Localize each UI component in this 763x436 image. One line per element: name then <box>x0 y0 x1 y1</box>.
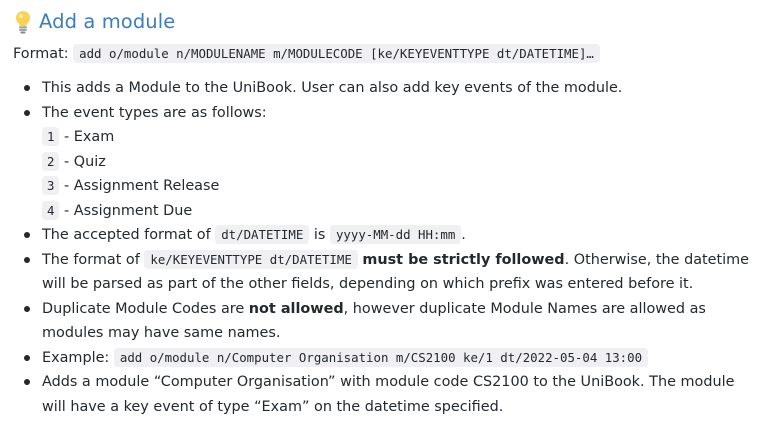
event-type-label: - Assignment Release <box>59 178 220 195</box>
event-type-code: 2 <box>42 151 60 171</box>
event-type-label: - Assignment Due <box>59 202 193 219</box>
list-item: This adds a Module to the UniBook. User … <box>13 76 758 101</box>
page-title: Add a module <box>39 9 176 33</box>
list-item: Example: add o/module n/Computer Organis… <box>13 346 758 371</box>
format-line: Format: add o/module n/MODULENAME m/MODU… <box>13 42 758 66</box>
event-type-item: 1 - Exam <box>42 125 758 150</box>
event-type-item: 2 - Quiz <box>42 150 758 175</box>
list-item: The accepted format of dt/DATETIME is yy… <box>13 223 758 248</box>
event-type-label: - Exam <box>59 129 115 145</box>
bullet-text: . <box>461 227 466 244</box>
format-label: Format: <box>13 46 69 62</box>
details-list: This adds a Module to the UniBook. User … <box>13 76 758 419</box>
list-item: The event types are as follows: 1 - Exam… <box>13 101 758 224</box>
bullet-text: Adds a module “Computer Organisation” wi… <box>42 374 735 415</box>
bullet-text: The format of <box>42 251 145 268</box>
list-item: The format of ke/KEYEVENTTYPE dt/DATETIM… <box>13 248 758 297</box>
event-type-item: 4 - Assignment Due <box>42 199 758 224</box>
list-item: Duplicate Module Codes are not allowed, … <box>13 297 758 346</box>
bullet-text: The accepted format of <box>42 227 216 244</box>
bullet-text: This adds a Module to the UniBook. User … <box>42 80 623 96</box>
bullet-text: Duplicate Module Codes are <box>42 300 249 317</box>
datetime-prefix-code: dt/DATETIME <box>215 225 310 245</box>
event-type-label: - Quiz <box>59 153 106 170</box>
event-type-code: 1 <box>42 127 60 146</box>
key-event-format-code: ke/KEYEVENTTYPE dt/DATETIME <box>144 249 358 269</box>
emphasis-text: not allowed <box>248 300 344 317</box>
bullet-text: Example: <box>42 349 114 366</box>
example-code: add o/module n/Computer Organisation m/C… <box>113 347 649 367</box>
event-type-code: 3 <box>42 176 60 196</box>
datetime-format-code: yyyy-MM-dd HH:mm <box>329 225 462 245</box>
section-heading: Add a module <box>13 6 758 36</box>
emphasis-text: must be strictly followed <box>362 251 565 268</box>
document: Add a module Format: add o/module n/MODU… <box>13 6 758 419</box>
bullet-text: The event types are as follows: <box>42 104 267 121</box>
bullet-text: is <box>309 227 330 244</box>
format-code: add o/module n/MODULENAME m/MODULECODE [… <box>73 44 600 63</box>
lightbulb-icon <box>13 9 33 35</box>
list-item: Adds a module “Computer Organisation” wi… <box>13 370 758 419</box>
event-type-item: 3 - Assignment Release <box>42 174 758 199</box>
event-type-code: 4 <box>42 200 60 220</box>
